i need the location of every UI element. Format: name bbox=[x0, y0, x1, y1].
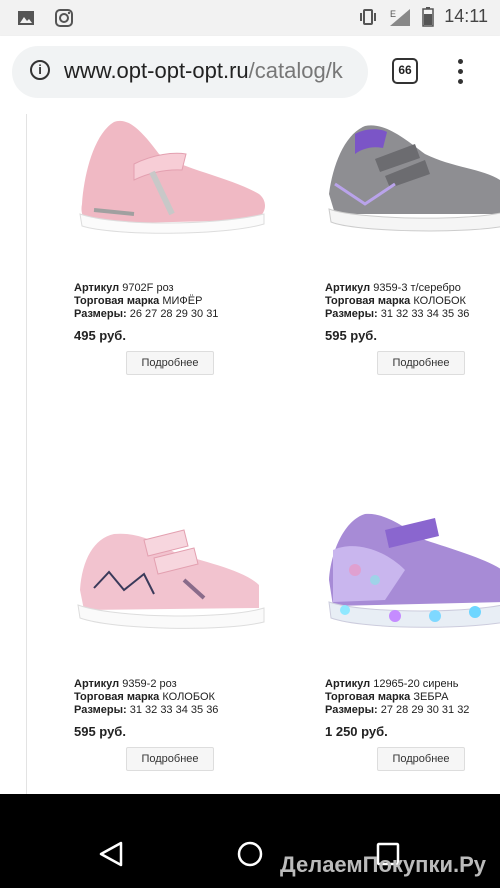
details-button[interactable]: Подробнее bbox=[126, 747, 214, 771]
sku-label: Артикул bbox=[74, 282, 120, 294]
image-icon bbox=[18, 11, 34, 25]
price: 495 руб. bbox=[74, 328, 126, 343]
sizes-label: Размеры: bbox=[74, 704, 127, 716]
url-path: /catalog/k bbox=[248, 58, 343, 83]
sizes-label: Размеры: bbox=[325, 704, 378, 716]
sizes-value: 31 32 33 34 35 36 bbox=[129, 704, 219, 716]
sku-value: 9702F роз bbox=[122, 282, 174, 294]
price: 595 руб. bbox=[74, 724, 126, 739]
sizes-label: Размеры: bbox=[74, 308, 127, 320]
price: 1 250 руб. bbox=[325, 724, 388, 739]
sku-label: Артикул bbox=[74, 678, 120, 690]
divider bbox=[26, 114, 27, 794]
url-text[interactable]: www.opt-opt-opt.ru/catalog/k bbox=[64, 58, 360, 84]
more-menu-icon[interactable] bbox=[452, 56, 468, 88]
vibrate-icon bbox=[360, 8, 377, 25]
brand-value: МИФЁР bbox=[162, 295, 203, 307]
price: 595 руб. bbox=[325, 328, 377, 343]
product-image[interactable] bbox=[325, 510, 500, 650]
sku-value: 9359-2 роз bbox=[122, 678, 177, 690]
home-icon[interactable] bbox=[235, 839, 265, 869]
watermark: ДелаемПокупки.Ру bbox=[280, 852, 486, 877]
signal-icon: E bbox=[390, 8, 411, 26]
network-label: E bbox=[390, 9, 396, 19]
sku-label: Артикул bbox=[325, 282, 371, 294]
product-image[interactable] bbox=[74, 114, 274, 254]
brand-label: Торговая марка bbox=[325, 691, 411, 703]
brand-label: Торговая марка bbox=[74, 295, 160, 307]
details-button[interactable]: Подробнее bbox=[377, 747, 465, 771]
sizes-label: Размеры: bbox=[325, 308, 378, 320]
brand-label: Торговая марка bbox=[325, 295, 411, 307]
brand-value: КОЛОБОК bbox=[413, 295, 466, 307]
sku-value: 12965-20 сирень bbox=[373, 678, 459, 690]
browser-toolbar: i www.opt-opt-opt.ru/catalog/k 66 bbox=[0, 36, 500, 114]
info-icon[interactable]: i bbox=[30, 60, 50, 80]
sizes-value: 27 28 29 30 31 32 bbox=[380, 704, 470, 716]
product-image[interactable] bbox=[325, 114, 500, 254]
sku-value: 9359-3 т/серебро bbox=[373, 282, 461, 294]
brand-label: Торговая марка bbox=[74, 691, 160, 703]
navigation-bar: ДелаемПокупки.Ру bbox=[0, 794, 500, 888]
catalog-page: Артикул 9702F роз Торговая марка МИФЁР Р… bbox=[0, 114, 500, 794]
tab-switcher-button[interactable]: 66 bbox=[392, 58, 418, 84]
details-button[interactable]: Подробнее bbox=[126, 351, 214, 375]
brand-value: КОЛОБОК bbox=[162, 691, 215, 703]
brand-value: ЗЕБРА bbox=[413, 691, 449, 703]
sizes-value: 31 32 33 34 35 36 bbox=[380, 308, 470, 320]
battery-icon bbox=[422, 6, 435, 27]
status-bar: E 14:11 bbox=[0, 0, 500, 36]
back-icon[interactable] bbox=[97, 839, 127, 869]
sku-label: Артикул bbox=[325, 678, 371, 690]
clock: 14:11 bbox=[444, 6, 488, 26]
product-image[interactable] bbox=[74, 510, 274, 650]
url-domain: www.opt-opt-opt.ru bbox=[64, 58, 249, 83]
sizes-value: 26 27 28 29 30 31 bbox=[129, 308, 219, 320]
address-bar[interactable]: i www.opt-opt-opt.ru/catalog/k bbox=[12, 46, 368, 98]
details-button[interactable]: Подробнее bbox=[377, 351, 465, 375]
instagram-icon bbox=[55, 9, 73, 27]
